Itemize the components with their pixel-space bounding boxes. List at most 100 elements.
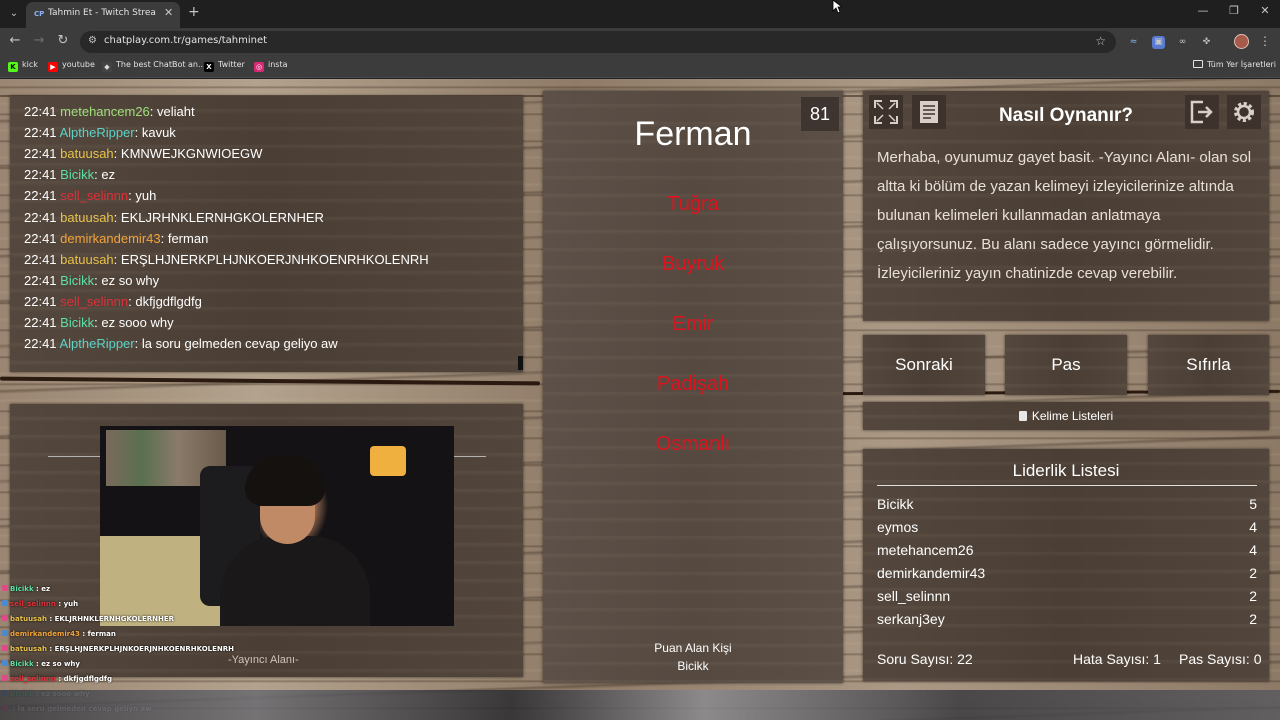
browser-toolbar: ← → ↻ ⚙ chatplay.com.tr/games/tahminet ☆… [0, 28, 1280, 56]
bookmark-chatbot[interactable]: ◆ The best ChatBot an... [102, 60, 206, 72]
overlay-text: : ez [33, 585, 51, 593]
chat-message: 22:41 metehancem26: veliaht [24, 104, 195, 119]
chat-username[interactable]: metehancem26 [60, 104, 150, 119]
leaderboard-player-name: sell_selinnn [877, 588, 951, 604]
bookmark-youtube[interactable]: ▶ youtube [48, 60, 95, 72]
chat-text: : ez [94, 167, 116, 183]
all-bookmarks[interactable]: Tüm Yer İşaretleri [1193, 60, 1276, 69]
minimize-icon[interactable]: — [1188, 4, 1218, 17]
new-tab-icon[interactable]: + [188, 4, 200, 20]
pass-button[interactable]: Pas [1005, 335, 1127, 395]
chat-timestamp: 22:41 [24, 315, 57, 330]
leaderboard-player-name: metehancem26 [877, 542, 974, 558]
chat-username[interactable]: demirkandemir43 [60, 231, 160, 246]
chat-message: 22:41 batuusah: KMNWEJKGNWIOEGW [24, 146, 262, 161]
leaderboard-list[interactable]: Bicikk 5 eymos 4 metehancem26 4 demirkandemir4… [877, 494, 1257, 636]
bookmark-insta[interactable]: ◎ insta [254, 60, 288, 72]
chat-username[interactable]: Bicikk [60, 167, 94, 182]
leaderboard-player-name: Bicikk [877, 496, 914, 512]
leaderboard-row: serkanj3ey 2 [877, 609, 1257, 632]
reload-icon[interactable]: ↻ [54, 33, 72, 48]
tab-search-icon[interactable]: ⌄ [6, 6, 22, 22]
overlay-chat-line: sell_selinnn : yuh [2, 600, 78, 608]
active-tab[interactable]: CP Tahmin Et - Twitch Stream Gam ✕ [26, 2, 180, 28]
exit-button[interactable] [1185, 95, 1219, 129]
instagram-icon: ◎ [254, 62, 264, 72]
overlay-username: demirkandemir43 [10, 630, 80, 638]
chat-text: : ferman [160, 230, 209, 246]
chat-username[interactable]: AlptheRipper [59, 336, 134, 351]
game-page: 22:41 metehancem26: veliaht 22:41 AlptheR… [0, 79, 1280, 720]
overlay-chat-line: batuusah : ERŞLHJNERKPLHJNKOERJNHKOENRHK… [2, 645, 234, 653]
chat-username[interactable]: Bicikk [60, 315, 94, 330]
tab-close-icon[interactable]: ✕ [164, 6, 173, 19]
exit-icon [1190, 100, 1213, 124]
forbidden-word: Buyruk [661, 253, 725, 275]
next-button[interactable]: Sonraki [863, 335, 985, 395]
leaderboard-player-name: eymos [877, 519, 919, 535]
extension-translate-icon[interactable]: ▣ [1152, 36, 1165, 49]
overlay-chat-line: Bicikk : ez [2, 585, 50, 593]
leaderboard-player-name: demirkandemir43 [877, 565, 986, 581]
chat-username[interactable]: sell_selinnn [60, 294, 128, 309]
overlay-text: : ferman [79, 630, 116, 638]
chat-scrollbar[interactable] [518, 356, 523, 370]
chat-timestamp: 22:41 [24, 209, 57, 225]
chat-username[interactable]: Bicikk [60, 273, 94, 288]
badge-icon [2, 675, 8, 681]
site-info-icon[interactable]: ⚙ [88, 35, 97, 46]
reset-button[interactable]: Sıfırla [1148, 335, 1269, 395]
overlay-chat-line: demirkandemir43 : ferman [2, 630, 116, 638]
close-window-icon[interactable]: ✕ [1250, 4, 1280, 17]
badge-icon [2, 615, 8, 621]
overlay-username: sell_selinnn [10, 600, 56, 608]
overlay-chat-line: Bicikk : ez so why [2, 660, 80, 668]
word-lists-button[interactable]: Kelime Listeleri [863, 402, 1269, 430]
chat-text: : ERŞLHJNERKPLHJNKOERJNHKOENRHKOLENRH [113, 251, 429, 267]
profile-avatar[interactable] [1234, 34, 1249, 49]
browser-menu-icon[interactable]: ⋮ [1259, 34, 1271, 48]
forbidden-word: Tuğra [667, 193, 719, 215]
extension-glasses-icon[interactable]: ∞ [1176, 36, 1189, 49]
restore-icon[interactable]: ❐ [1219, 4, 1249, 17]
chat-username[interactable]: batuusah [60, 146, 114, 161]
leaderboard-player-score: 4 [1249, 519, 1257, 535]
youtube-icon: ▶ [48, 62, 58, 72]
settings-button[interactable] [1227, 95, 1261, 129]
chat-username[interactable]: batuusah [60, 252, 114, 267]
bookmark-kick[interactable]: Kkick [8, 60, 38, 72]
chat-username[interactable]: AlptheRipper [59, 125, 134, 140]
chat-message: 22:41 AlptheRipper: la soru gelmeden cev… [24, 336, 338, 351]
chat-text: : dkfjgdflgdfg [128, 293, 202, 309]
chat-text: : ez sooo why [94, 315, 174, 330]
chat-timestamp: 22:41 [24, 167, 57, 183]
leaderboard-player-score: 2 [1249, 565, 1257, 581]
leaderboard-row: demirkandemir43 2 [877, 563, 1257, 586]
chat-message: 22:41 Bicikk: ez sooo why [24, 315, 174, 330]
url-text[interactable]: chatplay.com.tr/games/tahminet [104, 35, 267, 46]
chat-message: 22:41 batuusah: EKLJRHNKLERNHGKOLERNHER [24, 210, 324, 225]
chat-username[interactable]: batuusah [60, 210, 114, 225]
bookmark-star-icon[interactable]: ☆ [1095, 34, 1106, 48]
leaderboard-panel: Liderlik Listesi Bicikk 5 eymos 4 metehancem… [863, 449, 1269, 681]
back-icon[interactable]: ← [6, 33, 24, 48]
how-to-play-text: Merhaba, oyunumuz gayet basit. -Yayıncı … [877, 149, 1252, 282]
overlay-username: Bicikk [10, 585, 34, 593]
chat-panel: 22:41 metehancem26: veliaht 22:41 AlptheR… [10, 96, 523, 372]
chat-username[interactable]: sell_selinnn [60, 188, 128, 203]
background-strip [0, 690, 1280, 720]
notes-button[interactable] [912, 95, 946, 129]
leaderboard-row: metehancem26 4 [877, 540, 1257, 563]
chat-text: : la soru gelmeden cevap geliyo aw [134, 336, 338, 352]
fullscreen-button[interactable] [869, 95, 903, 129]
address-bar[interactable]: ⚙ chatplay.com.tr/games/tahminet ☆ [80, 31, 1116, 53]
leaderboard-player-name: serkanj3ey [877, 611, 945, 627]
overlay-username: batuusah [10, 645, 47, 653]
forward-icon[interactable]: → [30, 33, 48, 48]
extension-wifi-icon[interactable]: ≈ [1127, 36, 1140, 49]
chat-text: : kavuk [134, 125, 176, 141]
tab-favicon: CP [34, 10, 45, 18]
extensions-puzzle-icon[interactable]: ✜ [1200, 36, 1213, 49]
bookmark-twitter[interactable]: X Twitter [204, 60, 245, 72]
chat-message: 22:41 AlptheRipper: kavuk [24, 125, 176, 140]
